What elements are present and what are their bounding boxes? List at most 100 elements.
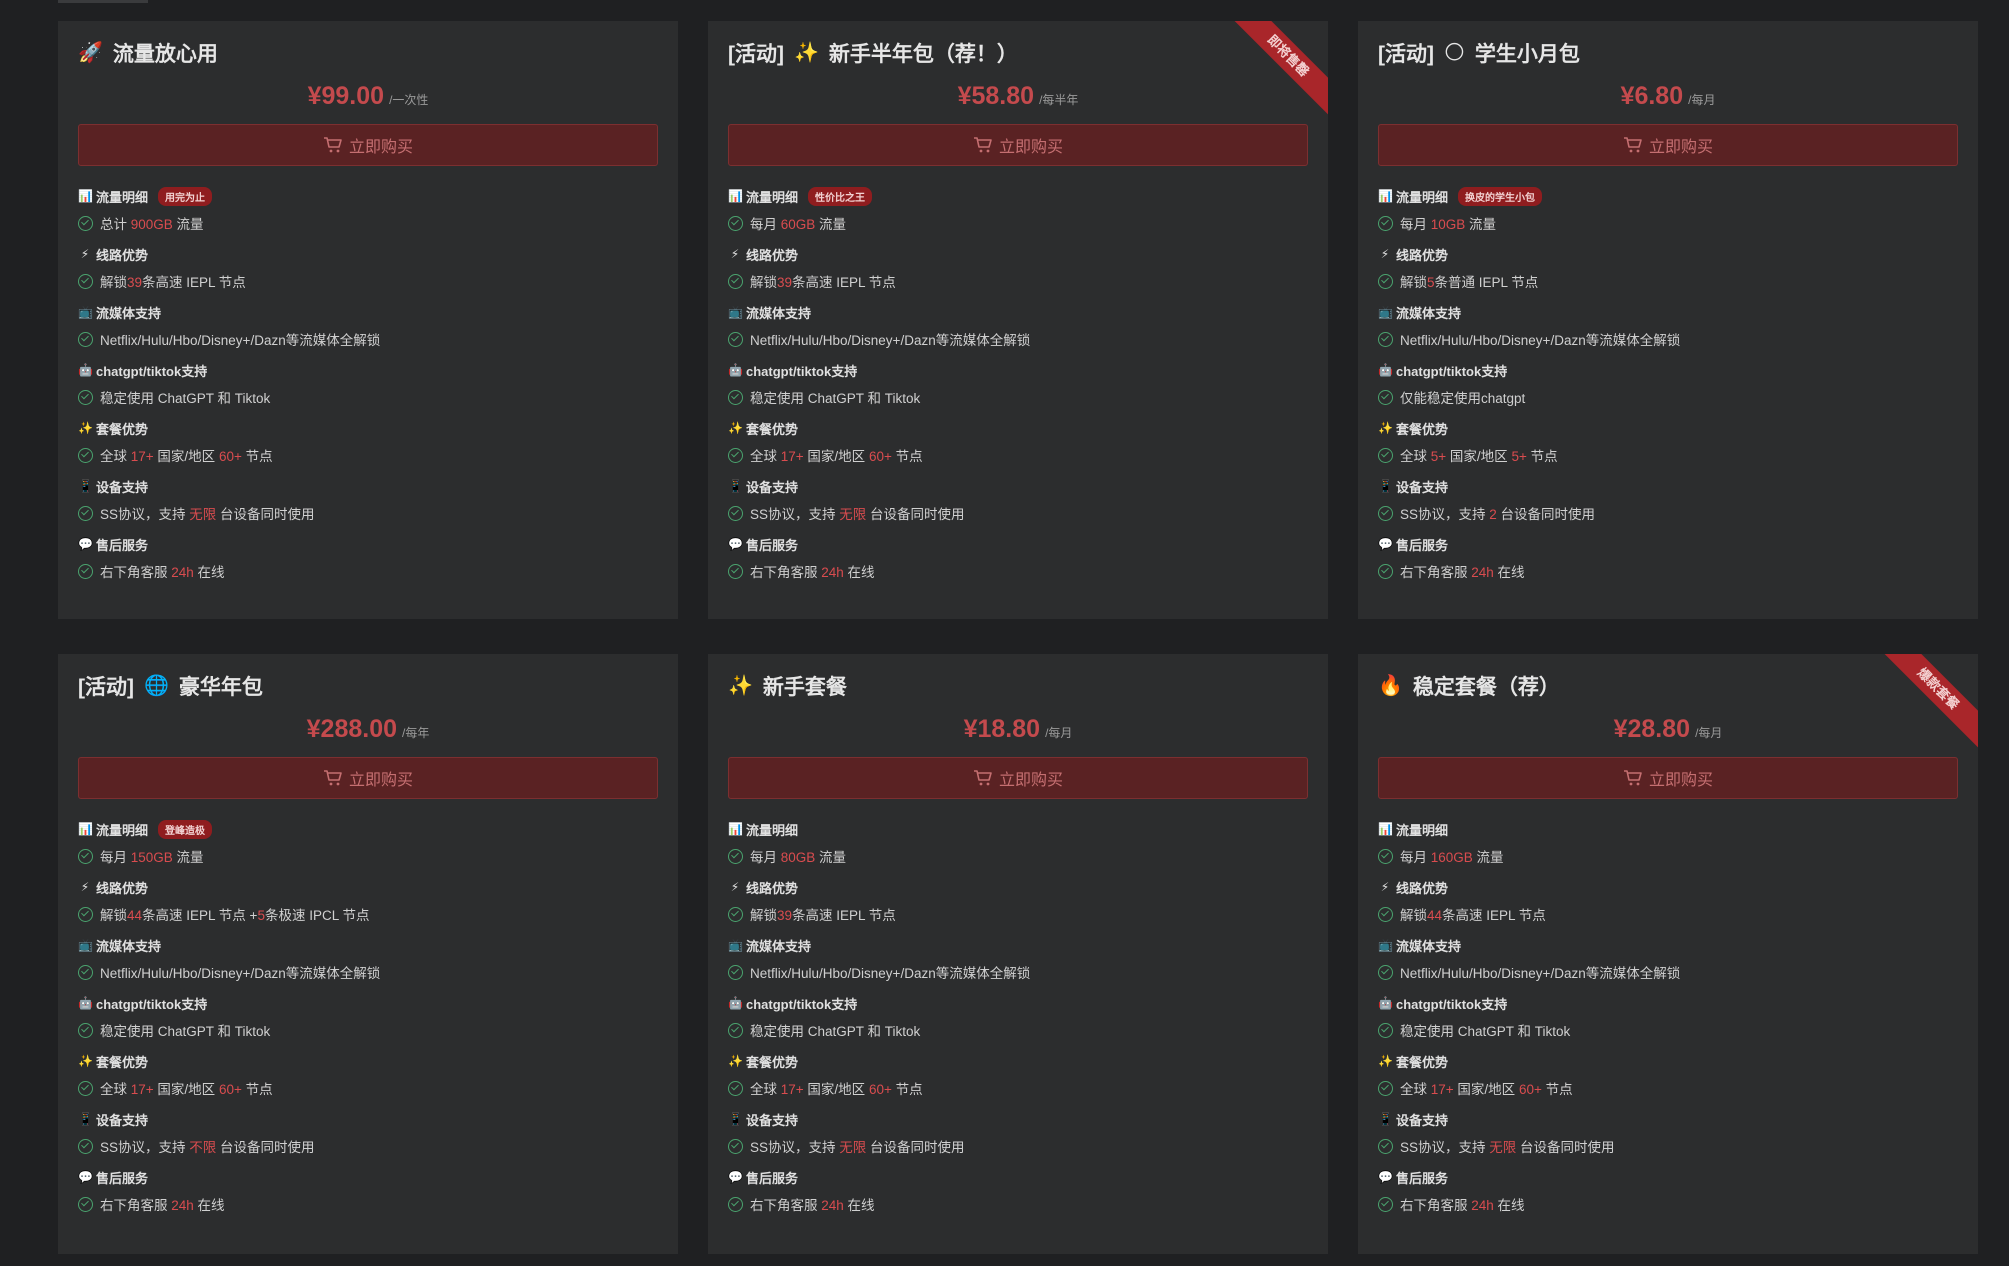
list-item: 解锁5条普通 IEPL 节点: [1378, 270, 1958, 292]
section-stream: 📺 流媒体支持: [728, 302, 1308, 322]
list-item: 解锁44条高速 IEPL 节点 +5条极速 IPCL 节点: [78, 903, 658, 925]
section-ai: 🤖 chatgpt/tiktok支持: [1378, 993, 1958, 1013]
item-text: 稳定使用 ChatGPT 和 Tiktok: [100, 391, 271, 406]
check-icon: [1378, 215, 1393, 231]
list-item: 全球 5+ 国家/地区 5+ 节点: [1378, 444, 1958, 466]
section-line: ⚡ 线路优势: [1378, 244, 1958, 264]
section-stream: 📺 流媒体支持: [1378, 935, 1958, 955]
buy-button[interactable]: 立即购买: [78, 757, 658, 799]
section-title: chatgpt/tiktok支持: [96, 363, 208, 379]
activity-tag: [活动]: [78, 676, 134, 699]
section-title: 线路优势: [746, 880, 799, 896]
status-badge: 性价比之王: [808, 186, 873, 206]
status-badge: 登峰造极: [158, 819, 213, 839]
section-device: 📱 设备支持: [1378, 1109, 1958, 1129]
plan-title-row: 🚀 流量放心用: [78, 38, 658, 68]
check-icon: [1378, 273, 1393, 289]
text-pre: 解锁: [1400, 275, 1427, 290]
chart-icon: 📊: [1378, 189, 1393, 203]
section-plan: ✨ 套餐优势: [1378, 418, 1958, 438]
plan-title: 稳定套餐（荐）: [1412, 676, 1560, 699]
buy-button[interactable]: 立即购买: [78, 124, 658, 166]
price: ¥288.00: [306, 715, 398, 743]
text-pre: 解锁: [100, 275, 127, 290]
text-post: 在线: [193, 565, 225, 580]
section-title: 设备支持: [96, 1112, 149, 1128]
section-title: 设备支持: [96, 479, 149, 495]
check-icon: [728, 848, 743, 864]
price: ¥28.80: [1613, 715, 1691, 743]
plan-title-row: ✨ 新手套餐: [728, 671, 1308, 701]
section-title: 线路优势: [96, 247, 149, 263]
plan-title-row: [活动] 🌕 学生小月包: [1378, 38, 1958, 68]
section-traffic: 📊 流量明细 换皮的学生小包: [1378, 186, 1958, 206]
text-post: 在线: [1493, 565, 1525, 580]
text-highlight: 150GB: [130, 850, 173, 865]
text-pre: SS协议，支持: [1400, 507, 1490, 522]
check-icon: [78, 447, 93, 463]
text-highlight: 2: [1489, 507, 1497, 522]
section-traffic: 📊 流量明细 性价比之王: [728, 186, 1308, 206]
tv-icon: 📺: [1378, 305, 1393, 319]
text-pre: SS协议，支持: [1400, 1140, 1490, 1155]
check-icon: [728, 215, 743, 231]
buy-button[interactable]: 立即购买: [728, 124, 1308, 166]
cart-icon: [323, 137, 342, 153]
section-plan: ✨ 套餐优势: [78, 418, 658, 438]
text-post: 台设备同时使用: [1516, 1140, 1615, 1155]
text-post: 节点: [891, 449, 923, 464]
section-title: 流媒体支持: [1396, 938, 1462, 954]
check-icon: [728, 1080, 743, 1096]
list-item: 稳定使用 ChatGPT 和 Tiktok: [78, 386, 658, 408]
list-item: 全球 17+ 国家/地区 60+ 节点: [728, 444, 1308, 466]
section-title: 售后服务: [96, 1170, 149, 1186]
feature-list: 📊 流量明细 用完为止 总计 900GB 流量 ⚡ 线路优势 解锁39条高速 IEPL…: [78, 186, 658, 582]
price: ¥58.80: [957, 82, 1035, 110]
list-item: SS协议，支持 2 台设备同时使用: [1378, 502, 1958, 524]
check-icon: [1378, 848, 1393, 864]
check-icon: [1378, 505, 1393, 521]
phone-icon: 📱: [1378, 1112, 1393, 1126]
buy-button[interactable]: 立即购买: [728, 757, 1308, 799]
buy-button[interactable]: 立即购买: [1378, 757, 1958, 799]
section-title: 线路优势: [1396, 247, 1449, 263]
text-pre: 全球: [750, 1082, 781, 1097]
chart-icon: 📊: [1378, 822, 1393, 836]
section-title: chatgpt/tiktok支持: [1396, 363, 1508, 379]
check-icon: [78, 563, 93, 579]
top-strip: [58, 0, 148, 3]
lightning-icon: ⚡: [80, 247, 90, 261]
section-device: 📱 设备支持: [728, 1109, 1308, 1129]
lightning-icon: ⚡: [1380, 247, 1390, 261]
sparkle-icon: ✨: [1378, 421, 1393, 435]
check-icon: [728, 1196, 743, 1212]
chart-icon: 📊: [78, 822, 93, 836]
text-post: 节点: [241, 1082, 273, 1097]
tv-icon: 📺: [1378, 938, 1393, 952]
plan-card: 爆款套餐 🔥 稳定套餐（荐） ¥28.80/每月 立即购买 📊 流量明细 每月 1…: [1358, 654, 1978, 1254]
price: ¥18.80: [963, 715, 1041, 743]
section-stream: 📺 流媒体支持: [78, 935, 658, 955]
chat-bubble-icon: 💬: [728, 537, 743, 551]
chart-icon: 📊: [728, 189, 743, 203]
list-item: 全球 17+ 国家/地区 60+ 节点: [78, 444, 658, 466]
text-post: 在线: [193, 1198, 225, 1213]
plan-emoji-icon: 🌕: [1444, 42, 1465, 64]
list-item: Netflix/Hulu/Hbo/Disney+/Dazn等流媒体全解锁: [78, 328, 658, 350]
section-title: 线路优势: [96, 880, 149, 896]
sparkle-icon: ✨: [728, 421, 743, 435]
section-service: 💬 售后服务: [728, 534, 1308, 554]
text-highlight: 10GB: [1430, 217, 1466, 232]
buy-button[interactable]: 立即购买: [1378, 124, 1958, 166]
item-text: 稳定使用 ChatGPT 和 Tiktok: [100, 1024, 271, 1039]
section-title: 设备支持: [1396, 1112, 1449, 1128]
check-icon: [78, 1022, 93, 1038]
section-ai: 🤖 chatgpt/tiktok支持: [78, 360, 658, 380]
price-period: /每月: [1688, 93, 1716, 107]
list-item: 稳定使用 ChatGPT 和 Tiktok: [728, 386, 1308, 408]
check-icon: [1378, 389, 1393, 405]
text-post: 流量: [172, 850, 204, 865]
text-post: 条高速 IEPL 节点: [792, 908, 896, 923]
text-highlight: 44: [1427, 908, 1443, 923]
section-title: 套餐优势: [746, 421, 799, 437]
